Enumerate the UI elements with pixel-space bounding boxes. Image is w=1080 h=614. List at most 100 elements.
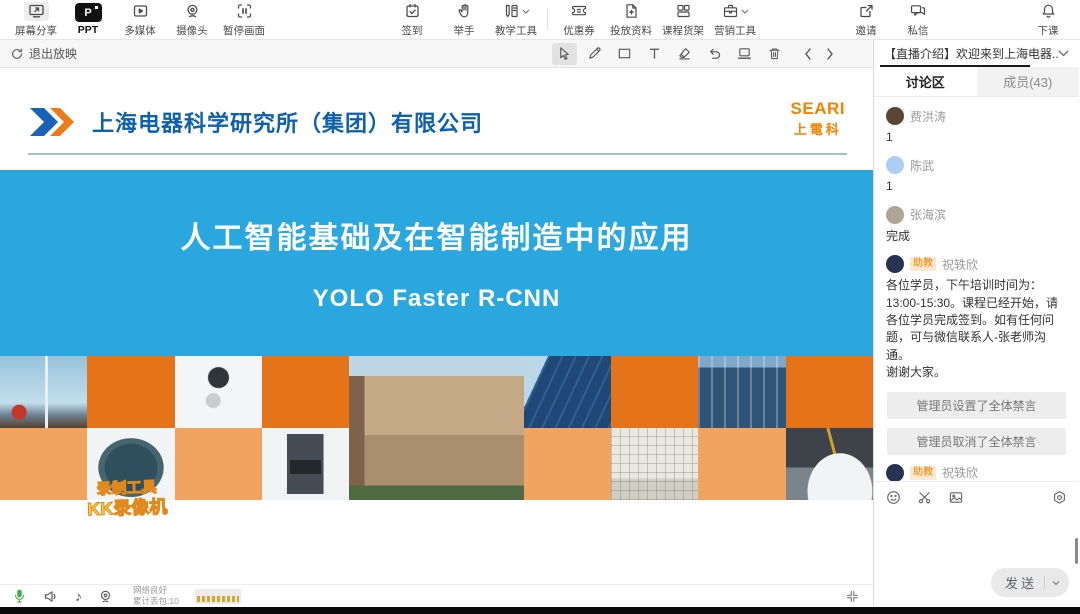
laptop-screen-icon — [737, 46, 752, 61]
chevron-down-icon — [1058, 50, 1069, 57]
trash-icon — [767, 46, 782, 61]
page-nav-group — [806, 43, 831, 65]
annotation-toolbar — [552, 43, 831, 65]
music-note-icon[interactable]: ♪ — [75, 588, 82, 604]
toolbar-button-label: 签到 — [402, 23, 423, 38]
send-button[interactable]: 发送 — [991, 568, 1069, 597]
presentation-subtoolbar: 退出放映 — [0, 40, 873, 68]
microphone-icon — [12, 588, 27, 604]
live-intro-title: 【直播介绍】欢迎来到上海电器... — [884, 45, 1058, 62]
screen-share-icon — [24, 2, 49, 21]
end-class-button[interactable]: 下课 — [1022, 0, 1074, 39]
chat-message-list[interactable]: 费洪涛 1 陈武 1 张海滨 完成 — [874, 97, 1079, 481]
slide-subtitle: YOLO Faster R-CNN — [313, 285, 561, 313]
microphone-button[interactable] — [12, 588, 27, 604]
undo-tool[interactable] — [702, 43, 727, 65]
ppt-button[interactable]: P PPT — [62, 0, 114, 39]
toolbar-button-label: 屏幕分享 — [15, 23, 57, 38]
packet-loss-text: 累计丢包:10 — [133, 596, 179, 607]
chevron-right-icon — [824, 47, 836, 61]
username: 祝轶欣 — [942, 464, 978, 481]
exit-presentation-button[interactable]: 退出放映 — [10, 45, 77, 62]
camera-button[interactable]: 摄像头 — [166, 0, 218, 39]
exit-fullscreen-button[interactable] — [846, 590, 859, 603]
pause-screen-icon — [236, 2, 253, 21]
chevron-down-icon — [522, 9, 530, 14]
avatar — [886, 206, 904, 224]
chat-scrollbar[interactable] — [1075, 538, 1078, 564]
sign-in-button[interactable]: 签到 — [386, 0, 438, 39]
webcam-icon — [184, 2, 201, 21]
send-image-button[interactable] — [948, 490, 964, 505]
coupon-button[interactable]: 优惠券 — [553, 0, 605, 39]
send-options-chevron-icon[interactable] — [1052, 580, 1060, 586]
raise-hand-button[interactable]: 举手 — [438, 0, 490, 39]
laser-screen-tool[interactable] — [732, 43, 757, 65]
pause-screen-button[interactable]: 暂停画面 — [218, 0, 270, 39]
toolbar-button-label: 暂停画面 — [223, 23, 265, 38]
prev-page-button[interactable] — [802, 43, 814, 65]
push-materials-button[interactable]: 投放资料 — [605, 0, 657, 39]
username: 费洪涛 — [910, 108, 946, 125]
screen-share-button[interactable]: 屏幕分享 — [10, 0, 62, 39]
photo-solar-panels — [524, 356, 611, 428]
private-message-icon — [909, 2, 927, 21]
header-underline — [28, 153, 847, 155]
multimedia-button[interactable]: 多媒体 — [114, 0, 166, 39]
chat-panel: 【直播介绍】欢迎来到上海电器... 讨论区 成员(43) 费洪涛 1 陈武 1 — [874, 40, 1079, 607]
emoji-button[interactable] — [886, 490, 901, 505]
bottom-status-bar: ♪ 网络良好 累计丢包:10 — [0, 584, 873, 607]
teaching-tools-button[interactable]: 教学工具 — [490, 0, 542, 39]
sign-in-check-icon — [404, 2, 421, 21]
live-intro-header[interactable]: 【直播介绍】欢迎来到上海电器... — [874, 40, 1079, 67]
audio-level-meter — [195, 589, 241, 604]
next-page-button[interactable] — [824, 43, 836, 65]
clear-trash-tool[interactable] — [762, 43, 787, 65]
screenshot-button[interactable] — [917, 490, 932, 505]
photo-electric-car — [786, 428, 873, 500]
tab-members[interactable]: 成员(43) — [977, 67, 1080, 96]
chat-input-area[interactable]: 发送 — [874, 481, 1079, 607]
recorder-watermark: 录制工具 KK录像机 — [59, 478, 194, 522]
media-play-icon — [132, 2, 149, 21]
pencil-tool[interactable] — [582, 43, 607, 65]
toolbar-button-label: 多媒体 — [124, 23, 156, 38]
speaker-icon — [43, 589, 59, 604]
eraser-tool[interactable] — [672, 43, 697, 65]
system-message: 管理员设置了全体禁言 — [887, 392, 1066, 419]
marketing-tools-button[interactable]: 营销工具 — [709, 0, 761, 39]
photo-institute-building — [349, 356, 524, 500]
private-message-button[interactable]: 私信 — [892, 0, 944, 39]
photo-toy-robot — [175, 356, 262, 428]
photo-gallery — [0, 356, 873, 500]
pencil-icon — [587, 46, 602, 61]
message-text: 1 — [886, 129, 1067, 146]
invite-button[interactable]: 邀请 — [840, 0, 892, 39]
select-cursor-tool[interactable] — [552, 43, 577, 65]
orange-tile — [786, 356, 873, 428]
company-name: 上海电器科学研究所（集团）有限公司 — [92, 106, 483, 138]
avatar — [886, 107, 904, 125]
settings-nut-icon — [1052, 490, 1067, 505]
chevron-down-icon — [741, 9, 749, 14]
toolbar-button-label: 举手 — [454, 23, 475, 38]
text-tool[interactable] — [642, 43, 667, 65]
username: 张海滨 — [910, 206, 946, 223]
username: 陈武 — [910, 157, 934, 174]
toolbar-button-label: 摄像头 — [176, 23, 208, 38]
speaker-button[interactable] — [43, 589, 59, 604]
title-banner: 人工智能基础及在智能制造中的应用 YOLO Faster R-CNN — [0, 170, 873, 356]
course-shelf-button[interactable]: 课程货架 — [657, 0, 709, 39]
rectangle-tool[interactable] — [612, 43, 637, 65]
toolbar-button-label: 私信 — [908, 23, 929, 38]
chat-settings-button[interactable] — [1052, 490, 1067, 505]
webcam-status-button[interactable] — [98, 589, 113, 604]
seari-logo: SEARI 上電科 — [791, 99, 845, 146]
toolbar-separator — [547, 9, 548, 30]
exit-fullscreen-icon — [846, 590, 859, 603]
tab-discussion[interactable]: 讨论区 — [874, 67, 977, 96]
panel-tabs: 讨论区 成员(43) — [874, 67, 1079, 97]
photo-electrical-test-cabinet — [698, 356, 785, 428]
chat-message: 助教 祝轶欣 课间休息：14:12-14:22 — [886, 464, 1067, 481]
toolbar-button-label: 教学工具 — [495, 23, 537, 38]
